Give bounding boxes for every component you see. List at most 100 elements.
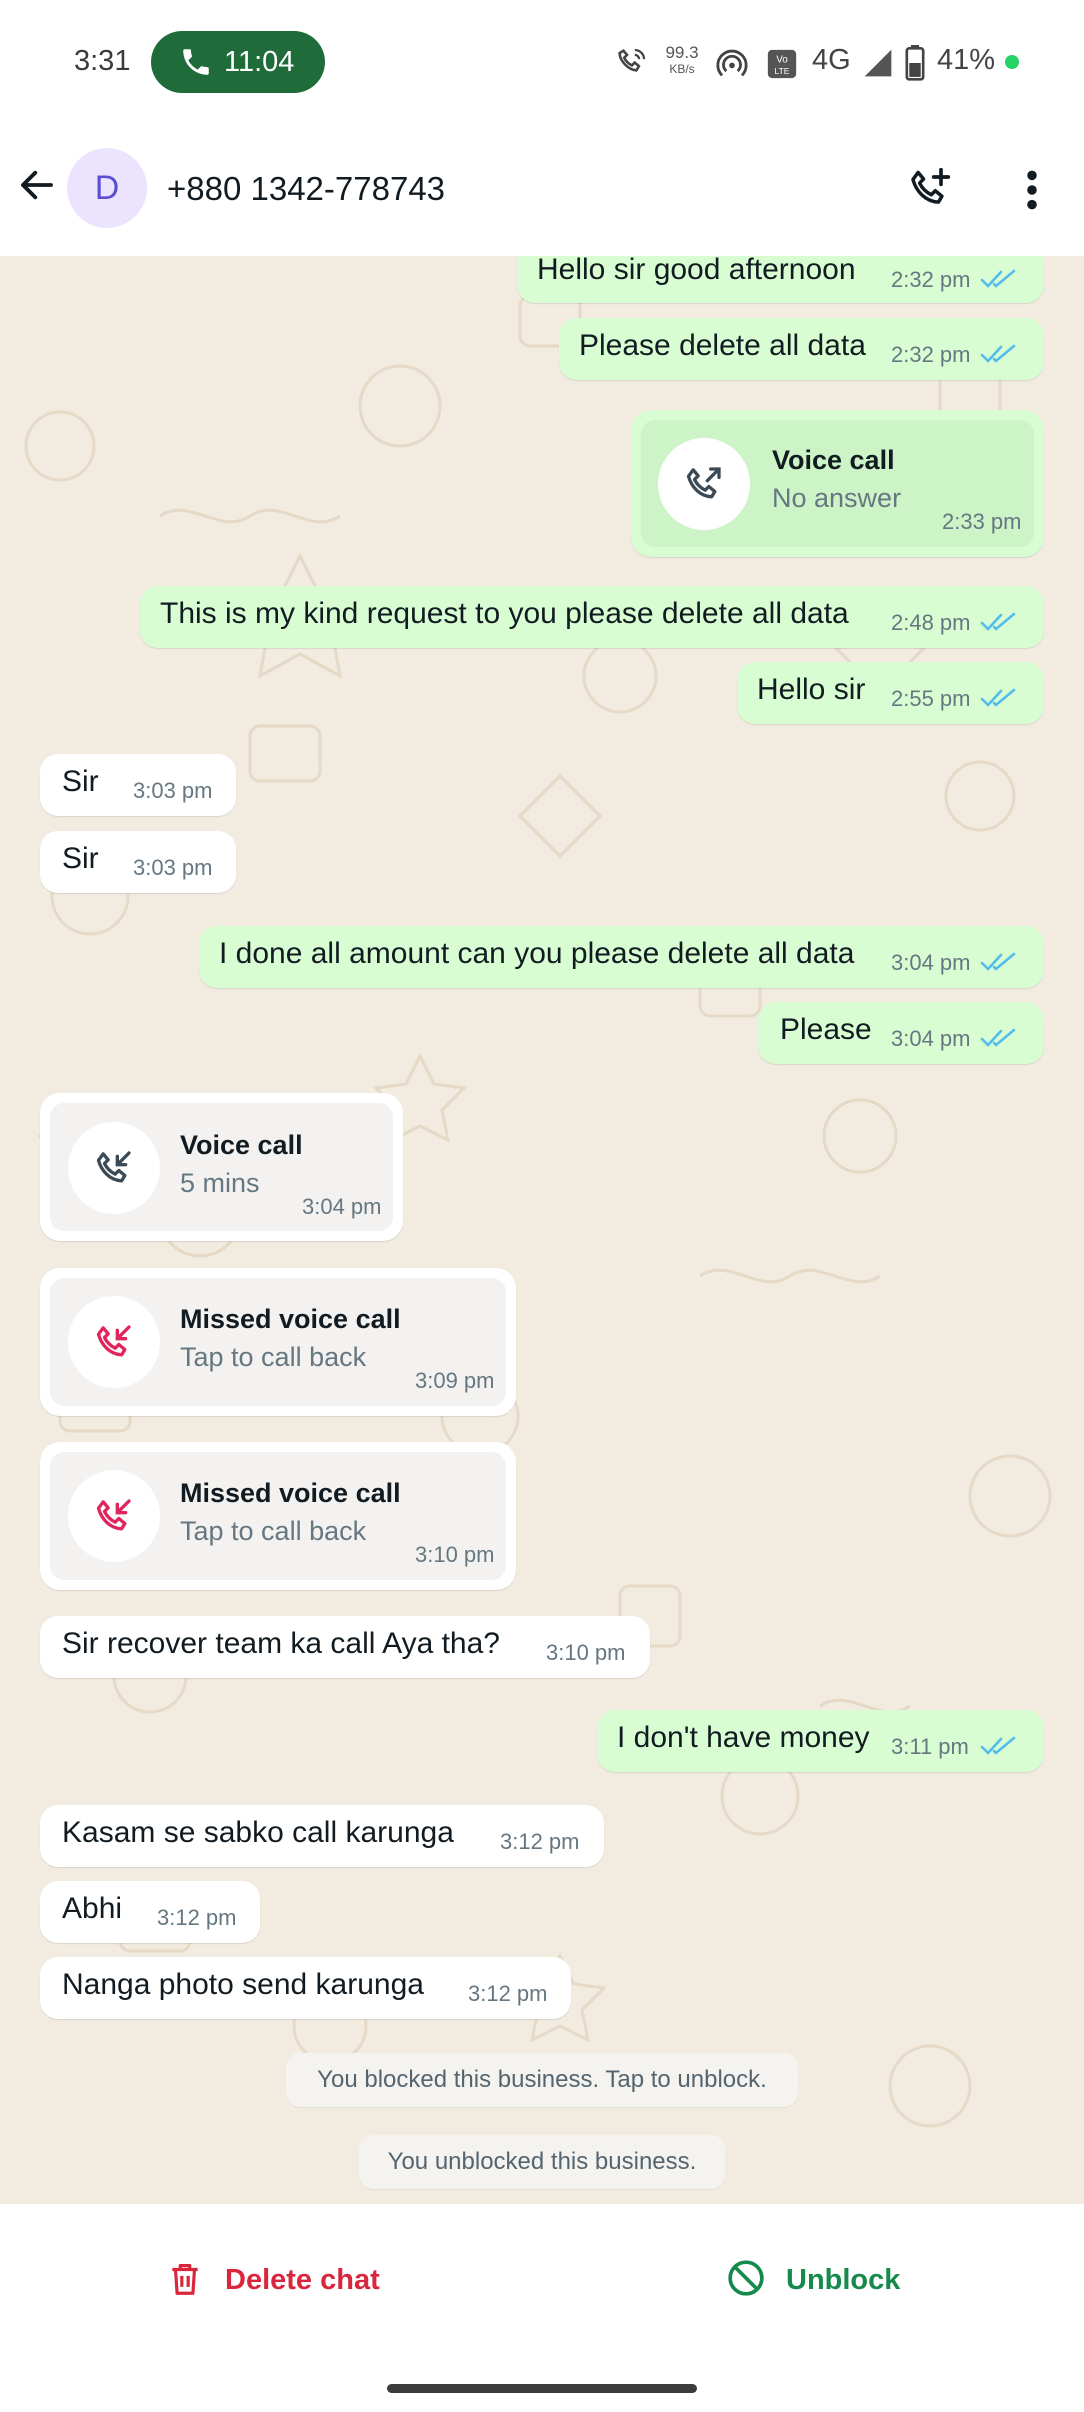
call-icon-circle	[68, 1122, 160, 1214]
phone-icon	[183, 49, 209, 75]
read-double-tick-icon	[980, 1028, 1016, 1047]
privacy-indicator-dot	[1005, 55, 1019, 69]
message-bubble-incoming[interactable]: Kasam se sabko call karunga 3:12 pm	[40, 1805, 604, 1867]
back-arrow-icon[interactable]	[16, 164, 58, 206]
message-time: 3:12 pm	[157, 1905, 237, 1930]
message-text: Kasam se sabko call karunga	[62, 1816, 454, 1849]
svg-text:LTE: LTE	[775, 66, 790, 76]
call-time: 3:09 pm	[415, 1368, 495, 1393]
message-text: Sir recover team ka call Aya tha?	[62, 1627, 500, 1660]
read-double-tick-icon	[980, 344, 1016, 363]
message-bubble-outgoing[interactable]: Hello sir good afternoon 2:32 pm	[517, 256, 1044, 303]
message-text: Hello sir good afternoon	[537, 256, 856, 286]
message-text: Nanga photo send karunga	[62, 1968, 424, 2001]
read-double-tick-icon	[980, 269, 1016, 288]
message-bubble-outgoing[interactable]: This is my kind request to you please de…	[140, 586, 1044, 648]
system-message-blocked[interactable]: You blocked this business. Tap to unbloc…	[286, 2053, 798, 2107]
missed-call-icon	[96, 1499, 131, 1531]
battery-level: 41%	[937, 44, 996, 76]
call-icon-circle	[68, 1470, 160, 1562]
message-time: 2:32 pm	[891, 267, 971, 292]
voice-call-card[interactable]: Voice call 5 mins 3:04 pm	[40, 1093, 403, 1241]
message-text: Abhi	[62, 1892, 123, 1925]
call-time: 3:04 pm	[302, 1194, 382, 1219]
unblock-button[interactable]: Unblock	[726, 2256, 926, 2304]
message-text: I don't have money	[617, 1721, 870, 1754]
read-double-tick-icon	[980, 952, 1016, 971]
message-time: 2:55 pm	[891, 686, 971, 711]
call-card-inner: Missed voice call Tap to call back 3:09 …	[50, 1278, 506, 1406]
voice-call-card[interactable]: Voice call No answer 2:33 pm	[631, 410, 1044, 557]
message-time: 3:10 pm	[546, 1640, 626, 1665]
call-subtitle: Tap to call back	[180, 1516, 367, 1546]
read-double-tick-icon	[980, 688, 1016, 707]
call-title: Missed voice call	[180, 1304, 401, 1334]
chat-area[interactable]: Hello sir good afternoon 2:32 pm Please …	[0, 256, 1084, 2204]
hotspot-icon	[716, 49, 748, 77]
wifi-calling-icon	[618, 48, 646, 72]
message-text: This is my kind request to you please de…	[160, 597, 849, 630]
message-time: 3:04 pm	[891, 1026, 971, 1051]
call-icon-circle	[658, 438, 750, 530]
message-bubble-outgoing[interactable]: Please 3:04 pm	[758, 1002, 1044, 1064]
missed-call-icon	[96, 1325, 131, 1357]
call-time: 3:10 pm	[415, 1542, 495, 1567]
message-bubble-incoming[interactable]: Abhi 3:12 pm	[40, 1881, 260, 1943]
call-title: Voice call	[180, 1130, 303, 1160]
message-text: Please	[780, 1013, 872, 1046]
contact-name[interactable]: +880 1342-778743	[167, 170, 445, 208]
message-bubble-outgoing[interactable]: Please delete all data 2:32 pm	[559, 318, 1044, 380]
add-call-icon[interactable]	[908, 166, 952, 210]
status-time: 3:31	[74, 45, 131, 77]
call-title: Missed voice call	[180, 1478, 401, 1508]
speed-value: 99.3	[665, 43, 699, 62]
svg-text:Vo: Vo	[776, 55, 788, 66]
trash-icon	[172, 2263, 198, 2295]
message-time: 3:03 pm	[133, 778, 213, 803]
message-bubble-incoming[interactable]: Sir recover team ka call Aya tha? 3:10 p…	[40, 1616, 650, 1678]
delete-chat-button[interactable]: Delete chat	[166, 2256, 396, 2304]
message-bubble-incoming[interactable]: Nanga photo send karunga 3:12 pm	[40, 1957, 571, 2019]
message-text: Sir	[62, 765, 99, 798]
message-text: Sir	[62, 842, 99, 875]
home-indicator[interactable]	[387, 2384, 697, 2393]
blocked-actions-bar	[0, 2204, 1084, 2412]
message-time: 3:11 pm	[891, 1734, 969, 1759]
call-subtitle: Tap to call back	[180, 1342, 367, 1372]
message-bubble-outgoing[interactable]: I don't have money 3:11 pm	[597, 1710, 1044, 1772]
message-time: 2:48 pm	[891, 610, 971, 635]
outgoing-call-icon	[686, 467, 721, 499]
more-options-icon[interactable]	[1022, 168, 1042, 212]
message-time: 3:03 pm	[133, 855, 213, 880]
network-type: 4G	[812, 44, 851, 76]
avatar[interactable]: D	[67, 148, 147, 228]
volte-icon: VoLTE	[767, 49, 797, 79]
message-time: 2:32 pm	[891, 342, 971, 367]
call-timer: 11:04	[224, 46, 295, 78]
delete-chat-label: Delete chat	[225, 2264, 380, 2296]
system-message-unblocked: You unblocked this business.	[359, 2135, 725, 2189]
network-speed: 99.3 KB/s	[663, 43, 701, 77]
call-subtitle: No answer	[772, 483, 902, 513]
message-bubble-outgoing[interactable]: Hello sir 2:55 pm	[737, 662, 1044, 724]
incoming-call-icon	[96, 1151, 131, 1183]
call-card-inner: Voice call 5 mins 3:04 pm	[50, 1103, 393, 1231]
message-time: 3:12 pm	[468, 1981, 548, 2006]
unblock-label: Unblock	[786, 2264, 901, 2296]
call-card-inner: Voice call No answer 2:33 pm	[641, 420, 1034, 547]
read-double-tick-icon	[980, 612, 1016, 631]
missed-call-card[interactable]: Missed voice call Tap to call back 3:10 …	[40, 1442, 516, 1590]
call-time: 2:33 pm	[942, 509, 1022, 534]
signal-icon	[864, 49, 892, 77]
message-bubble-incoming[interactable]: Sir 3:03 pm	[40, 754, 236, 816]
missed-call-card[interactable]: Missed voice call Tap to call back 3:09 …	[40, 1268, 516, 1416]
message-text: Hello sir	[757, 673, 866, 706]
battery-icon	[905, 45, 925, 81]
ongoing-call-pill[interactable]: 11:04	[151, 31, 325, 93]
message-time: 3:12 pm	[500, 1829, 580, 1854]
message-text: Please delete all data	[579, 329, 866, 362]
message-bubble-incoming[interactable]: Sir 3:03 pm	[40, 831, 236, 893]
call-card-inner: Missed voice call Tap to call back 3:10 …	[50, 1452, 506, 1580]
call-icon-circle	[68, 1296, 160, 1388]
message-bubble-outgoing[interactable]: I done all amount can you please delete …	[199, 926, 1044, 988]
